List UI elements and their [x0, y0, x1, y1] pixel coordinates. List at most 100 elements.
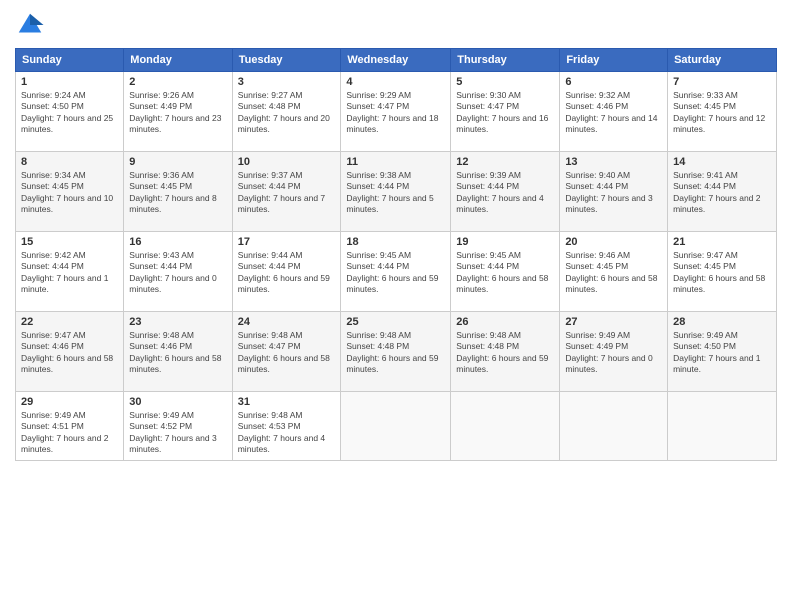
day-info: Sunrise: 9:42 AM Sunset: 4:44 PM Dayligh…: [21, 250, 118, 296]
sunrise-label: Sunrise: 9:46 AM: [565, 250, 630, 260]
calendar-header-row: Sunday Monday Tuesday Wednesday Thursday…: [16, 49, 777, 72]
sunset-label: Sunset: 4:44 PM: [21, 261, 84, 271]
day-number: 2: [129, 76, 226, 88]
sunrise-label: Sunrise: 9:48 AM: [346, 330, 411, 340]
sunrise-label: Sunrise: 9:38 AM: [346, 170, 411, 180]
sunrise-label: Sunrise: 9:48 AM: [238, 330, 303, 340]
table-row: 9 Sunrise: 9:36 AM Sunset: 4:45 PM Dayli…: [124, 152, 232, 232]
sunrise-label: Sunrise: 9:33 AM: [673, 90, 738, 100]
table-row: 10 Sunrise: 9:37 AM Sunset: 4:44 PM Dayl…: [232, 152, 341, 232]
sunset-label: Sunset: 4:45 PM: [565, 261, 628, 271]
day-info: Sunrise: 9:27 AM Sunset: 4:48 PM Dayligh…: [238, 90, 336, 136]
sunset-label: Sunset: 4:50 PM: [21, 101, 84, 111]
sunset-label: Sunset: 4:46 PM: [565, 101, 628, 111]
sunset-label: Sunset: 4:47 PM: [238, 341, 301, 351]
table-row: 23 Sunrise: 9:48 AM Sunset: 4:46 PM Dayl…: [124, 312, 232, 392]
sunset-label: Sunset: 4:44 PM: [673, 181, 736, 191]
day-info: Sunrise: 9:48 AM Sunset: 4:48 PM Dayligh…: [456, 330, 554, 376]
daylight-label: Daylight: 6 hours and 58 minutes.: [673, 273, 765, 294]
table-row: 4 Sunrise: 9:29 AM Sunset: 4:47 PM Dayli…: [341, 72, 451, 152]
table-row: 12 Sunrise: 9:39 AM Sunset: 4:44 PM Dayl…: [451, 152, 560, 232]
day-info: Sunrise: 9:39 AM Sunset: 4:44 PM Dayligh…: [456, 170, 554, 216]
table-row: 25 Sunrise: 9:48 AM Sunset: 4:48 PM Dayl…: [341, 312, 451, 392]
day-info: Sunrise: 9:30 AM Sunset: 4:47 PM Dayligh…: [456, 90, 554, 136]
logo: [15, 10, 49, 40]
sunrise-label: Sunrise: 9:48 AM: [456, 330, 521, 340]
sunrise-label: Sunrise: 9:49 AM: [129, 410, 194, 420]
day-number: 30: [129, 396, 226, 408]
sunrise-label: Sunrise: 9:30 AM: [456, 90, 521, 100]
sunset-label: Sunset: 4:44 PM: [456, 181, 519, 191]
daylight-label: Daylight: 7 hours and 16 minutes.: [456, 113, 548, 134]
day-info: Sunrise: 9:49 AM Sunset: 4:52 PM Dayligh…: [129, 410, 226, 456]
day-info: Sunrise: 9:34 AM Sunset: 4:45 PM Dayligh…: [21, 170, 118, 216]
header: [15, 10, 777, 40]
day-number: 18: [346, 236, 445, 248]
sunset-label: Sunset: 4:44 PM: [238, 261, 301, 271]
table-row: 15 Sunrise: 9:42 AM Sunset: 4:44 PM Dayl…: [16, 232, 124, 312]
col-thursday: Thursday: [451, 49, 560, 72]
sunrise-label: Sunrise: 9:45 AM: [456, 250, 521, 260]
calendar: Sunday Monday Tuesday Wednesday Thursday…: [15, 48, 777, 461]
day-number: 17: [238, 236, 336, 248]
sunset-label: Sunset: 4:48 PM: [456, 341, 519, 351]
daylight-label: Daylight: 7 hours and 18 minutes.: [346, 113, 438, 134]
day-info: Sunrise: 9:45 AM Sunset: 4:44 PM Dayligh…: [346, 250, 445, 296]
daylight-label: Daylight: 7 hours and 4 minutes.: [456, 193, 543, 214]
day-info: Sunrise: 9:49 AM Sunset: 4:51 PM Dayligh…: [21, 410, 118, 456]
calendar-week-3: 15 Sunrise: 9:42 AM Sunset: 4:44 PM Dayl…: [16, 232, 777, 312]
table-row: 1 Sunrise: 9:24 AM Sunset: 4:50 PM Dayli…: [16, 72, 124, 152]
table-row: 27 Sunrise: 9:49 AM Sunset: 4:49 PM Dayl…: [560, 312, 668, 392]
table-row: 26 Sunrise: 9:48 AM Sunset: 4:48 PM Dayl…: [451, 312, 560, 392]
daylight-label: Daylight: 6 hours and 58 minutes.: [21, 353, 113, 374]
sunset-label: Sunset: 4:44 PM: [346, 261, 409, 271]
day-number: 27: [565, 316, 662, 328]
daylight-label: Daylight: 7 hours and 2 minutes.: [673, 193, 760, 214]
sunset-label: Sunset: 4:44 PM: [238, 181, 301, 191]
day-info: Sunrise: 9:48 AM Sunset: 4:48 PM Dayligh…: [346, 330, 445, 376]
day-info: Sunrise: 9:48 AM Sunset: 4:53 PM Dayligh…: [238, 410, 336, 456]
daylight-label: Daylight: 6 hours and 59 minutes.: [238, 273, 330, 294]
col-sunday: Sunday: [16, 49, 124, 72]
day-info: Sunrise: 9:24 AM Sunset: 4:50 PM Dayligh…: [21, 90, 118, 136]
table-row: 24 Sunrise: 9:48 AM Sunset: 4:47 PM Dayl…: [232, 312, 341, 392]
sunrise-label: Sunrise: 9:41 AM: [673, 170, 738, 180]
daylight-label: Daylight: 7 hours and 4 minutes.: [238, 433, 325, 454]
daylight-label: Daylight: 7 hours and 8 minutes.: [129, 193, 216, 214]
sunset-label: Sunset: 4:49 PM: [565, 341, 628, 351]
sunset-label: Sunset: 4:44 PM: [346, 181, 409, 191]
day-number: 7: [673, 76, 771, 88]
sunrise-label: Sunrise: 9:32 AM: [565, 90, 630, 100]
table-row: 18 Sunrise: 9:45 AM Sunset: 4:44 PM Dayl…: [341, 232, 451, 312]
logo-icon: [15, 10, 45, 40]
sunset-label: Sunset: 4:47 PM: [456, 101, 519, 111]
sunrise-label: Sunrise: 9:47 AM: [21, 330, 86, 340]
day-info: Sunrise: 9:32 AM Sunset: 4:46 PM Dayligh…: [565, 90, 662, 136]
daylight-label: Daylight: 7 hours and 0 minutes.: [565, 353, 652, 374]
table-row: 5 Sunrise: 9:30 AM Sunset: 4:47 PM Dayli…: [451, 72, 560, 152]
day-info: Sunrise: 9:48 AM Sunset: 4:47 PM Dayligh…: [238, 330, 336, 376]
table-row: 11 Sunrise: 9:38 AM Sunset: 4:44 PM Dayl…: [341, 152, 451, 232]
day-info: Sunrise: 9:49 AM Sunset: 4:49 PM Dayligh…: [565, 330, 662, 376]
calendar-week-2: 8 Sunrise: 9:34 AM Sunset: 4:45 PM Dayli…: [16, 152, 777, 232]
sunrise-label: Sunrise: 9:36 AM: [129, 170, 194, 180]
sunset-label: Sunset: 4:46 PM: [129, 341, 192, 351]
calendar-week-4: 22 Sunrise: 9:47 AM Sunset: 4:46 PM Dayl…: [16, 312, 777, 392]
sunset-label: Sunset: 4:49 PM: [129, 101, 192, 111]
sunset-label: Sunset: 4:48 PM: [238, 101, 301, 111]
sunrise-label: Sunrise: 9:44 AM: [238, 250, 303, 260]
day-number: 20: [565, 236, 662, 248]
daylight-label: Daylight: 6 hours and 58 minutes.: [129, 353, 221, 374]
sunrise-label: Sunrise: 9:49 AM: [565, 330, 630, 340]
daylight-label: Daylight: 7 hours and 5 minutes.: [346, 193, 433, 214]
sunrise-label: Sunrise: 9:27 AM: [238, 90, 303, 100]
table-row: 8 Sunrise: 9:34 AM Sunset: 4:45 PM Dayli…: [16, 152, 124, 232]
daylight-label: Daylight: 7 hours and 12 minutes.: [673, 113, 765, 134]
sunrise-label: Sunrise: 9:26 AM: [129, 90, 194, 100]
daylight-label: Daylight: 6 hours and 58 minutes.: [456, 273, 548, 294]
day-number: 5: [456, 76, 554, 88]
table-row: 29 Sunrise: 9:49 AM Sunset: 4:51 PM Dayl…: [16, 392, 124, 461]
col-saturday: Saturday: [668, 49, 777, 72]
table-row: 19 Sunrise: 9:45 AM Sunset: 4:44 PM Dayl…: [451, 232, 560, 312]
day-number: 23: [129, 316, 226, 328]
